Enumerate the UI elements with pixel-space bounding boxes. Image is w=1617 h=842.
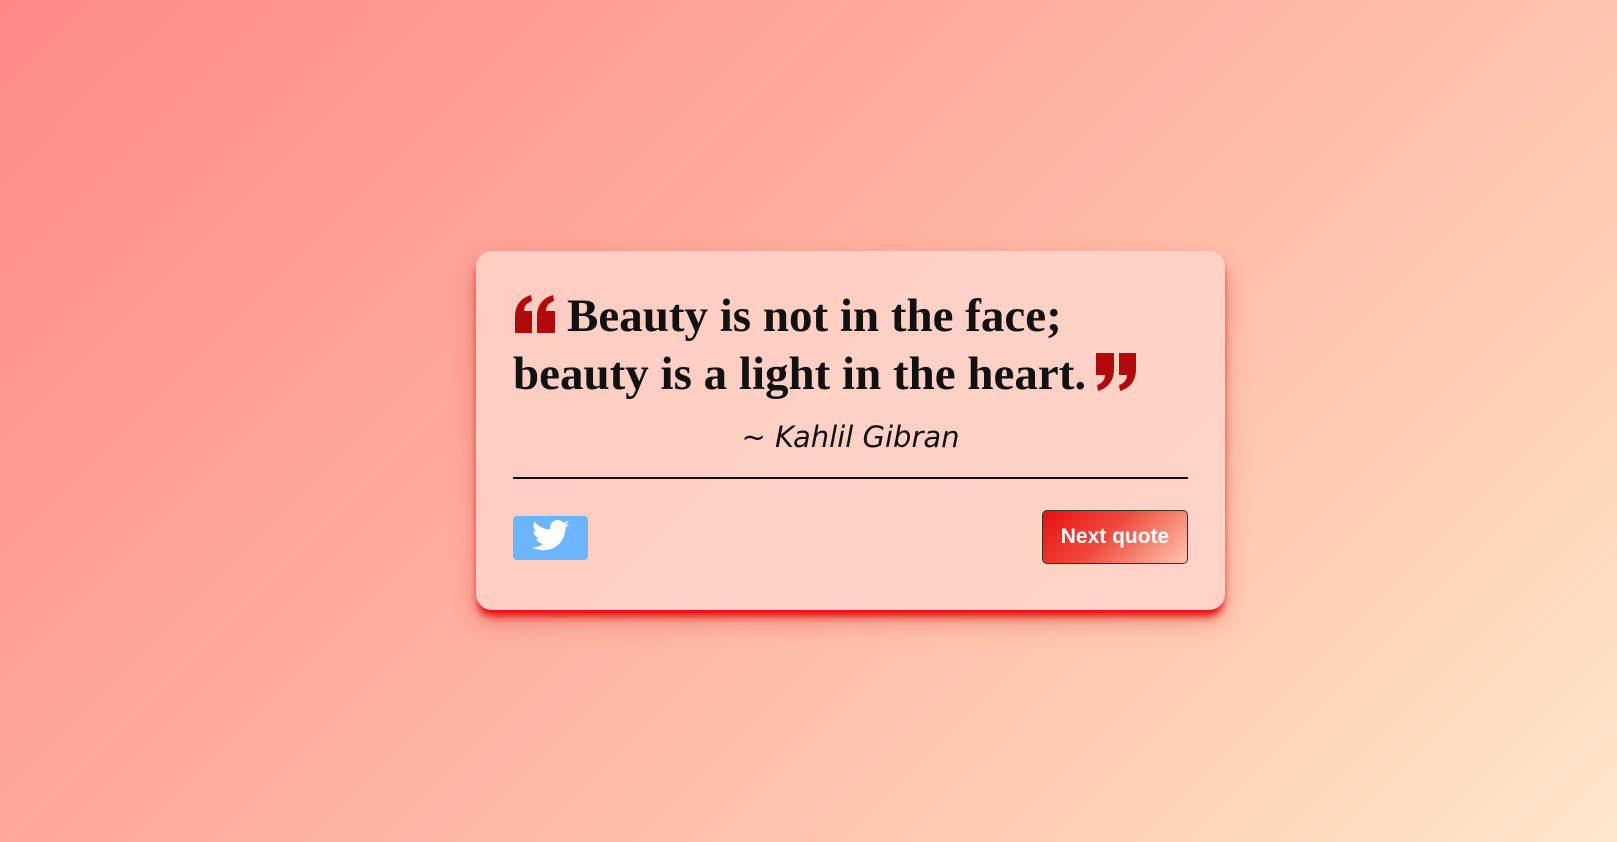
quote-card: Beauty is not in the face; beauty is a l… bbox=[476, 251, 1225, 610]
open-quote-icon bbox=[513, 295, 557, 335]
next-quote-button[interactable]: Next quote bbox=[1042, 510, 1188, 564]
close-quote-icon bbox=[1094, 351, 1138, 391]
actions-bar: Next quote bbox=[513, 510, 1188, 564]
quote-author: ~ Kahlil Gibran bbox=[741, 420, 960, 454]
twitter-icon bbox=[531, 520, 570, 556]
tweet-button[interactable] bbox=[513, 516, 588, 560]
divider bbox=[513, 477, 1188, 479]
quote-text-block: Beauty is not in the face; beauty is a l… bbox=[513, 287, 1188, 403]
quote-text: Beauty is not in the face; beauty is a l… bbox=[513, 290, 1087, 400]
